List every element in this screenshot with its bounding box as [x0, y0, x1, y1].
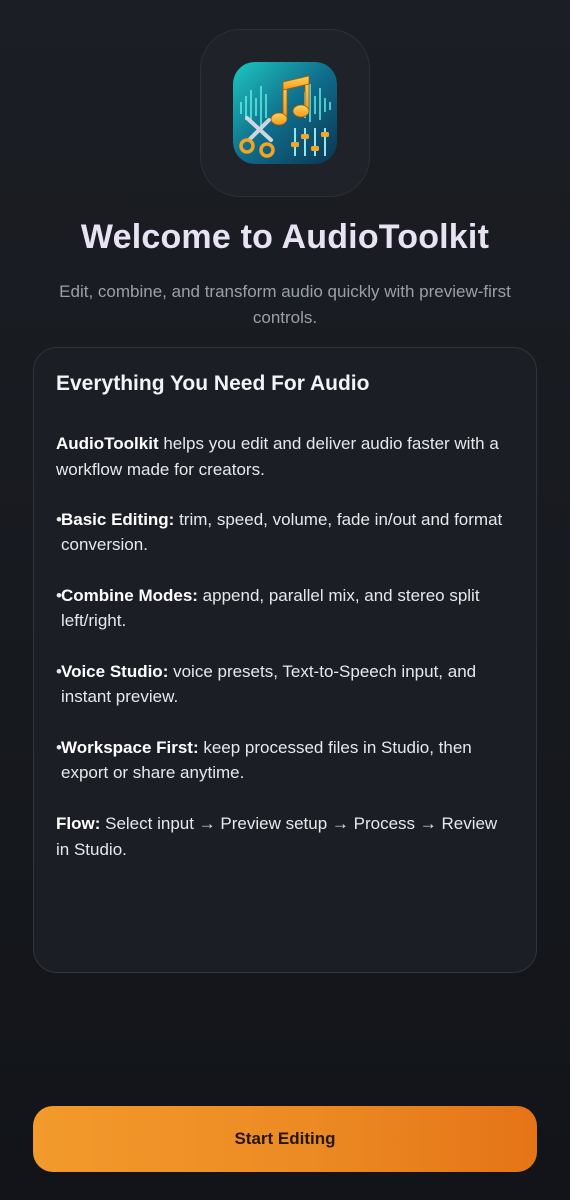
feature-combine-modes: • Combine Modes: append, parallel mix, an…: [56, 583, 514, 633]
bullet-dot: •: [56, 510, 62, 529]
logo-tile: [200, 29, 370, 197]
app-logo-icon: [233, 62, 337, 164]
feature-workspace-first: • Workspace First: keep processed files i…: [56, 735, 514, 785]
bullet-dot: •: [56, 586, 62, 605]
bullet-dot: •: [56, 738, 62, 757]
feature-voice-studio: • Voice Studio: voice presets, Text-to-Sp…: [56, 659, 514, 709]
welcome-title: Welcome to AudioToolkit: [80, 218, 490, 256]
card-intro: AudioToolkit helps you edit and deliver …: [56, 431, 514, 483]
start-editing-label: Start Editing: [234, 1129, 336, 1148]
intro-app-name: AudioToolkit: [56, 434, 159, 453]
onboarding-screen: Welcome to AudioToolkit Edit, combine, a…: [0, 0, 570, 1200]
card-flow: Flow: Select input → Preview setup → Pro…: [56, 811, 514, 863]
flow-text: Select input → Preview setup → Process →…: [56, 814, 498, 859]
bullet-dot: •: [56, 662, 62, 681]
start-editing-button[interactable]: Start Editing: [33, 1106, 537, 1172]
welcome-subtitle: Edit, combine, and transform audio quick…: [59, 282, 511, 327]
features-card: Everything You Need For Audio AudioToolk…: [33, 347, 537, 973]
feature-label: Basic Editing:: [61, 510, 175, 529]
flow-label: Flow:: [56, 814, 101, 833]
feature-label: Workspace First:: [61, 738, 199, 757]
feature-label: Voice Studio:: [61, 662, 169, 681]
feature-label: Combine Modes:: [61, 586, 198, 605]
feature-basic-editing: • Basic Editing: trim, speed, volume, fad…: [56, 507, 514, 557]
card-title: Everything You Need For Audio: [56, 372, 370, 395]
